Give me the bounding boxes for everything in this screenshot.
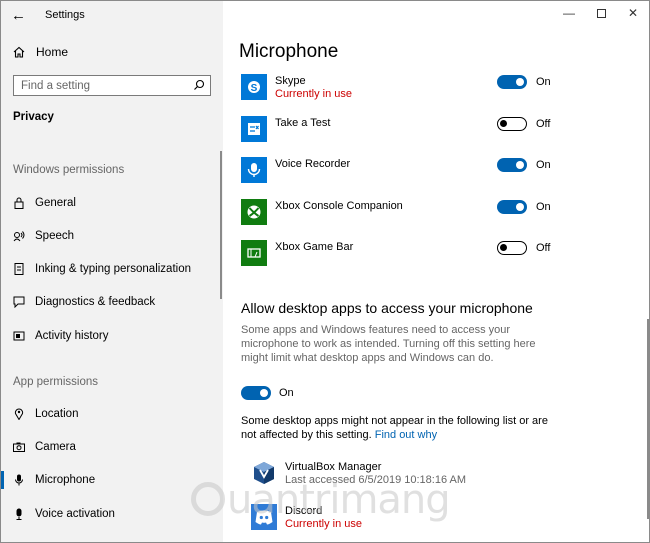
maximize-icon[interactable] (585, 1, 617, 25)
toggle-state-label: Off (536, 242, 551, 254)
sidebar-item-label: Camera (35, 441, 76, 453)
sidebar-item-speech[interactable]: Speech (13, 226, 74, 246)
desktop-apps-note: Some desktop apps might not appear in th… (241, 414, 551, 442)
sidebar-item-label: Voice activation (35, 508, 115, 520)
window-title: Settings (45, 9, 85, 21)
speech-icon (13, 229, 25, 243)
main-pane: — ✕ Microphone S Skype Currently in use … (223, 1, 649, 542)
sidebar-item-general[interactable]: General (13, 193, 76, 213)
home-label: Home (36, 45, 69, 59)
sidebar-item-inking[interactable]: Inking & typing personalization (13, 259, 191, 279)
watermark: uantrimang (191, 477, 451, 523)
watermark-text: uantrimang (227, 477, 451, 523)
xbox-game-bar-icon (241, 240, 267, 266)
search-icon[interactable] (193, 79, 205, 91)
xbox-game-bar-toggle[interactable] (497, 241, 527, 255)
sidebar-scrollbar[interactable] (220, 151, 222, 299)
watermark-logo-icon (191, 482, 225, 516)
take-a-test-icon (241, 116, 267, 142)
windows-permissions-header: Windows permissions (13, 164, 125, 176)
toggle-state-label: On (279, 387, 294, 399)
app-name: Xbox Console Companion (275, 200, 403, 212)
sidebar-item-location[interactable]: Location (13, 404, 78, 424)
home-icon (13, 46, 25, 58)
svg-text:S: S (251, 83, 258, 94)
page-title: Microphone (239, 41, 339, 62)
voice-recorder-toggle[interactable] (497, 158, 527, 172)
sidebar-item-label: Activity history (35, 330, 109, 342)
microphone-icon (13, 473, 25, 487)
desktop-apps-toggle[interactable] (241, 386, 271, 400)
sidebar-item-microphone[interactable]: Microphone (1, 470, 96, 490)
sidebar-item-home[interactable]: Home (13, 45, 68, 59)
voice-recorder-icon (241, 157, 267, 183)
sidebar: ← Settings Home Privacy Windows permissi… (1, 1, 223, 542)
xbox-console-companion-toggle[interactable] (497, 200, 527, 214)
activity-history-icon (13, 329, 25, 343)
skype-icon: S (241, 74, 267, 100)
minimize-icon[interactable]: — (553, 1, 585, 25)
sidebar-item-activity-history[interactable]: Activity history (13, 326, 109, 346)
search-input[interactable] (14, 76, 190, 95)
camera-icon (13, 440, 25, 454)
sidebar-item-diagnostics[interactable]: Diagnostics & feedback (13, 292, 155, 312)
search-box[interactable] (13, 75, 211, 96)
app-status: Currently in use (275, 88, 353, 100)
toggle-state-label: On (536, 201, 551, 213)
toggle-state-label: On (536, 159, 551, 171)
close-icon[interactable]: ✕ (617, 1, 649, 25)
toggle-state-label: Off (536, 118, 551, 130)
inking-icon (13, 262, 25, 276)
sidebar-item-voice-activation[interactable]: Voice activation (13, 504, 115, 524)
sidebar-item-label: Speech (35, 230, 75, 242)
section-title: Privacy (13, 111, 54, 123)
app-name: Skype (275, 75, 306, 87)
settings-window: ← Settings Home Privacy Windows permissi… (0, 0, 650, 543)
lock-icon (13, 196, 25, 210)
sidebar-item-label: Microphone (35, 474, 96, 486)
back-arrow-icon[interactable]: ← (11, 7, 26, 24)
sidebar-item-label: General (35, 197, 76, 209)
toggle-state-label: On (536, 76, 551, 88)
desktop-apps-section-title: Allow desktop apps to access your microp… (241, 300, 533, 316)
app-name: Take a Test (275, 117, 331, 129)
desktop-app-name: VirtualBox Manager (285, 461, 382, 473)
app-name: Xbox Game Bar (275, 241, 354, 253)
sidebar-item-label: Location (35, 408, 79, 420)
app-permissions-header: App permissions (13, 376, 99, 388)
location-icon (13, 407, 25, 421)
app-name: Voice Recorder (275, 158, 351, 170)
skype-toggle[interactable] (497, 75, 527, 89)
xbox-icon (241, 199, 267, 225)
find-out-why-link[interactable]: Find out why (375, 429, 437, 441)
sidebar-item-label: Inking & typing personalization (35, 263, 191, 275)
desktop-apps-description: Some apps and Windows features need to a… (241, 324, 536, 364)
take-a-test-toggle[interactable] (497, 117, 527, 131)
window-controls: — ✕ (553, 1, 649, 25)
voice-activation-icon (13, 507, 25, 521)
main-scrollbar[interactable] (647, 319, 649, 519)
sidebar-item-label: Diagnostics & feedback (35, 296, 156, 308)
sidebar-item-camera[interactable]: Camera (13, 437, 76, 457)
diagnostics-icon (13, 295, 25, 309)
